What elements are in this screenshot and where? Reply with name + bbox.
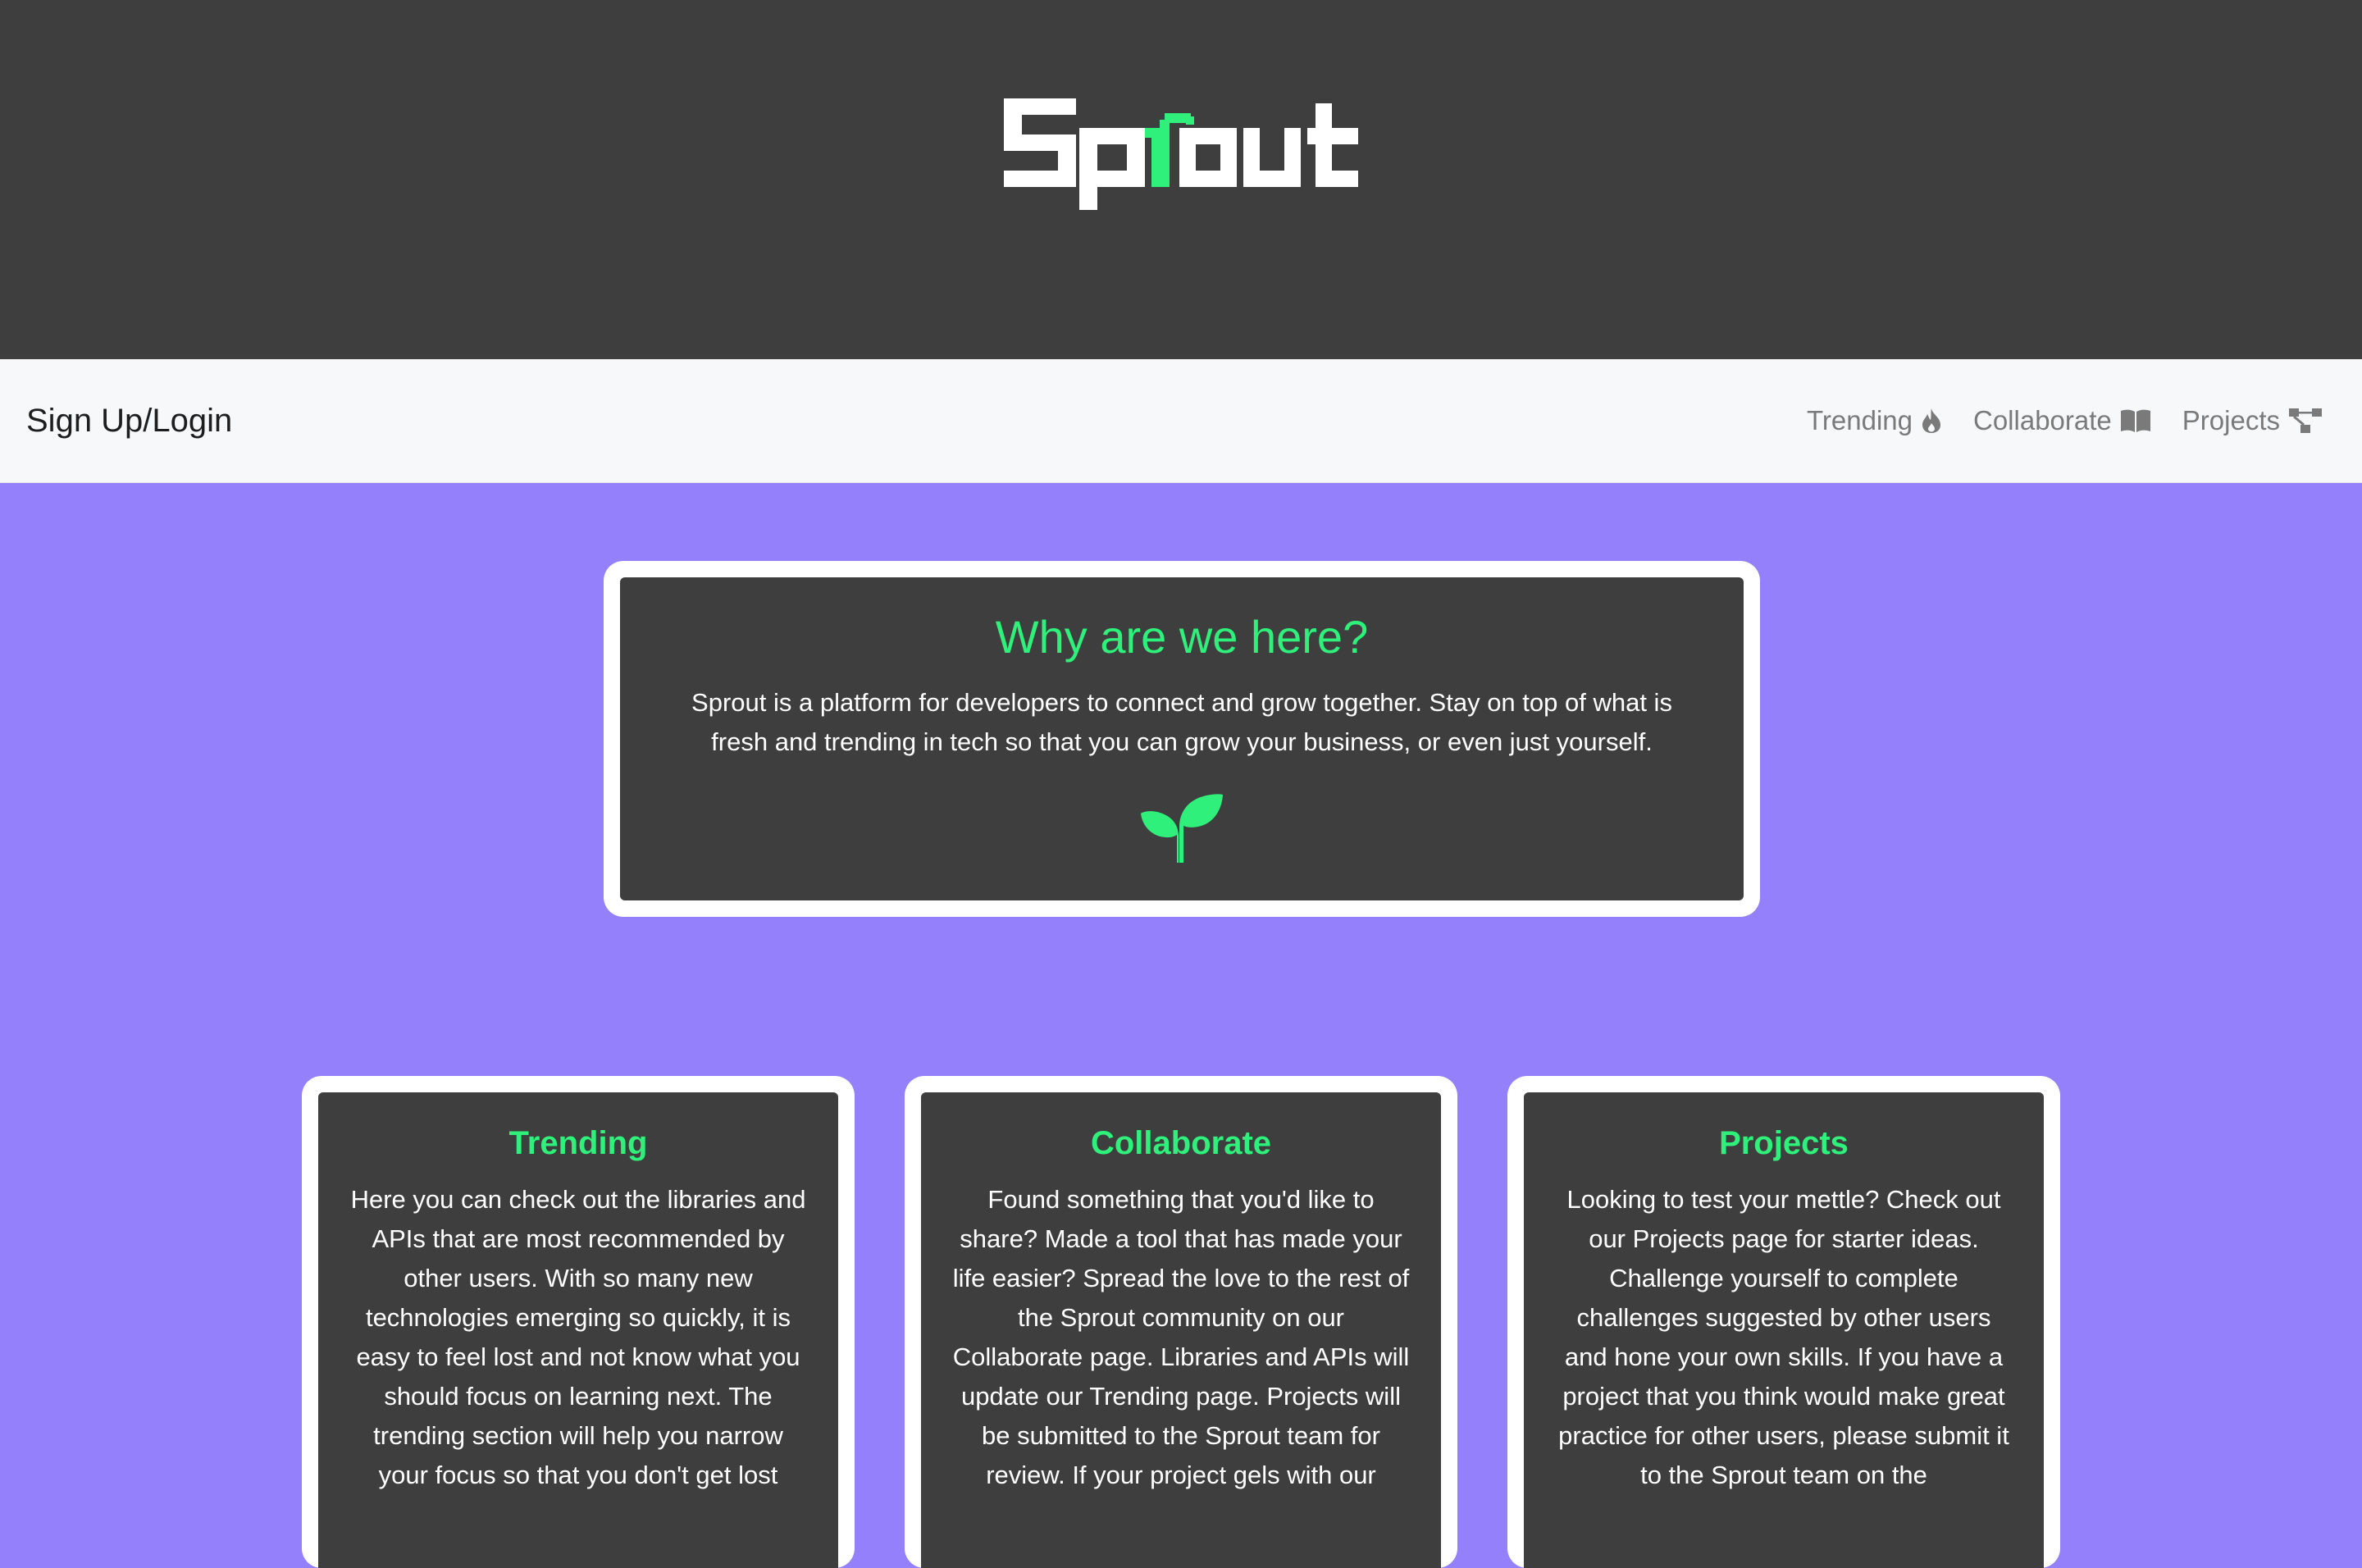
book-icon — [2120, 409, 2150, 432]
nav-link-collaborate[interactable]: Collaborate — [1973, 405, 2151, 436]
feature-card-trending: Trending Here you can check out the libr… — [302, 1076, 855, 1568]
sign-up-login-link[interactable]: Sign Up/Login — [26, 359, 232, 482]
why-card: Why are we here? Sprout is a platform fo… — [604, 561, 1760, 917]
fire-icon — [1922, 408, 1940, 433]
nav-link-trending[interactable]: Trending — [1807, 405, 1942, 436]
top-navbar: Sign Up/Login Trending Collaborate Proje… — [0, 359, 2362, 483]
why-card-body: Why are we here? Sprout is a platform fo… — [620, 577, 1744, 900]
feature-card-body: Projects Looking to test your mettle? Ch… — [1524, 1092, 2044, 1568]
feature-card-body: Trending Here you can check out the libr… — [318, 1092, 838, 1568]
feature-description: Looking to test your mettle? Check out o… — [1558, 1185, 2009, 1489]
nav-link-label: Projects — [2182, 405, 2280, 435]
feature-card-collaborate: Collaborate Found something that you'd l… — [905, 1076, 1457, 1568]
site-header — [0, 0, 2362, 359]
sprout-logo[interactable] — [1004, 92, 1358, 215]
why-description: Sprout is a platform for developers to c… — [691, 688, 1672, 756]
nav-link-label: Trending — [1806, 405, 1913, 435]
feature-card-body: Collaborate Found something that you'd l… — [921, 1092, 1441, 1568]
feature-title: Trending — [508, 1125, 648, 1161]
feature-title: Projects — [1719, 1125, 1849, 1161]
feature-description: Found something that you'd like to share… — [952, 1185, 1410, 1489]
nav-links: Trending Collaborate Projects — [1807, 359, 2323, 482]
why-title: Why are we here? — [995, 611, 1369, 663]
feature-title: Collaborate — [1090, 1125, 1272, 1161]
nav-link-projects[interactable]: Projects — [2182, 405, 2323, 436]
feature-description: Here you can check out the libraries and… — [350, 1185, 806, 1489]
feature-card-projects: Projects Looking to test your mettle? Ch… — [1507, 1076, 2060, 1568]
nav-link-label: Collaborate — [1973, 405, 2112, 435]
diagram-icon — [2289, 408, 2322, 433]
sprout-icon — [1141, 794, 1223, 863]
